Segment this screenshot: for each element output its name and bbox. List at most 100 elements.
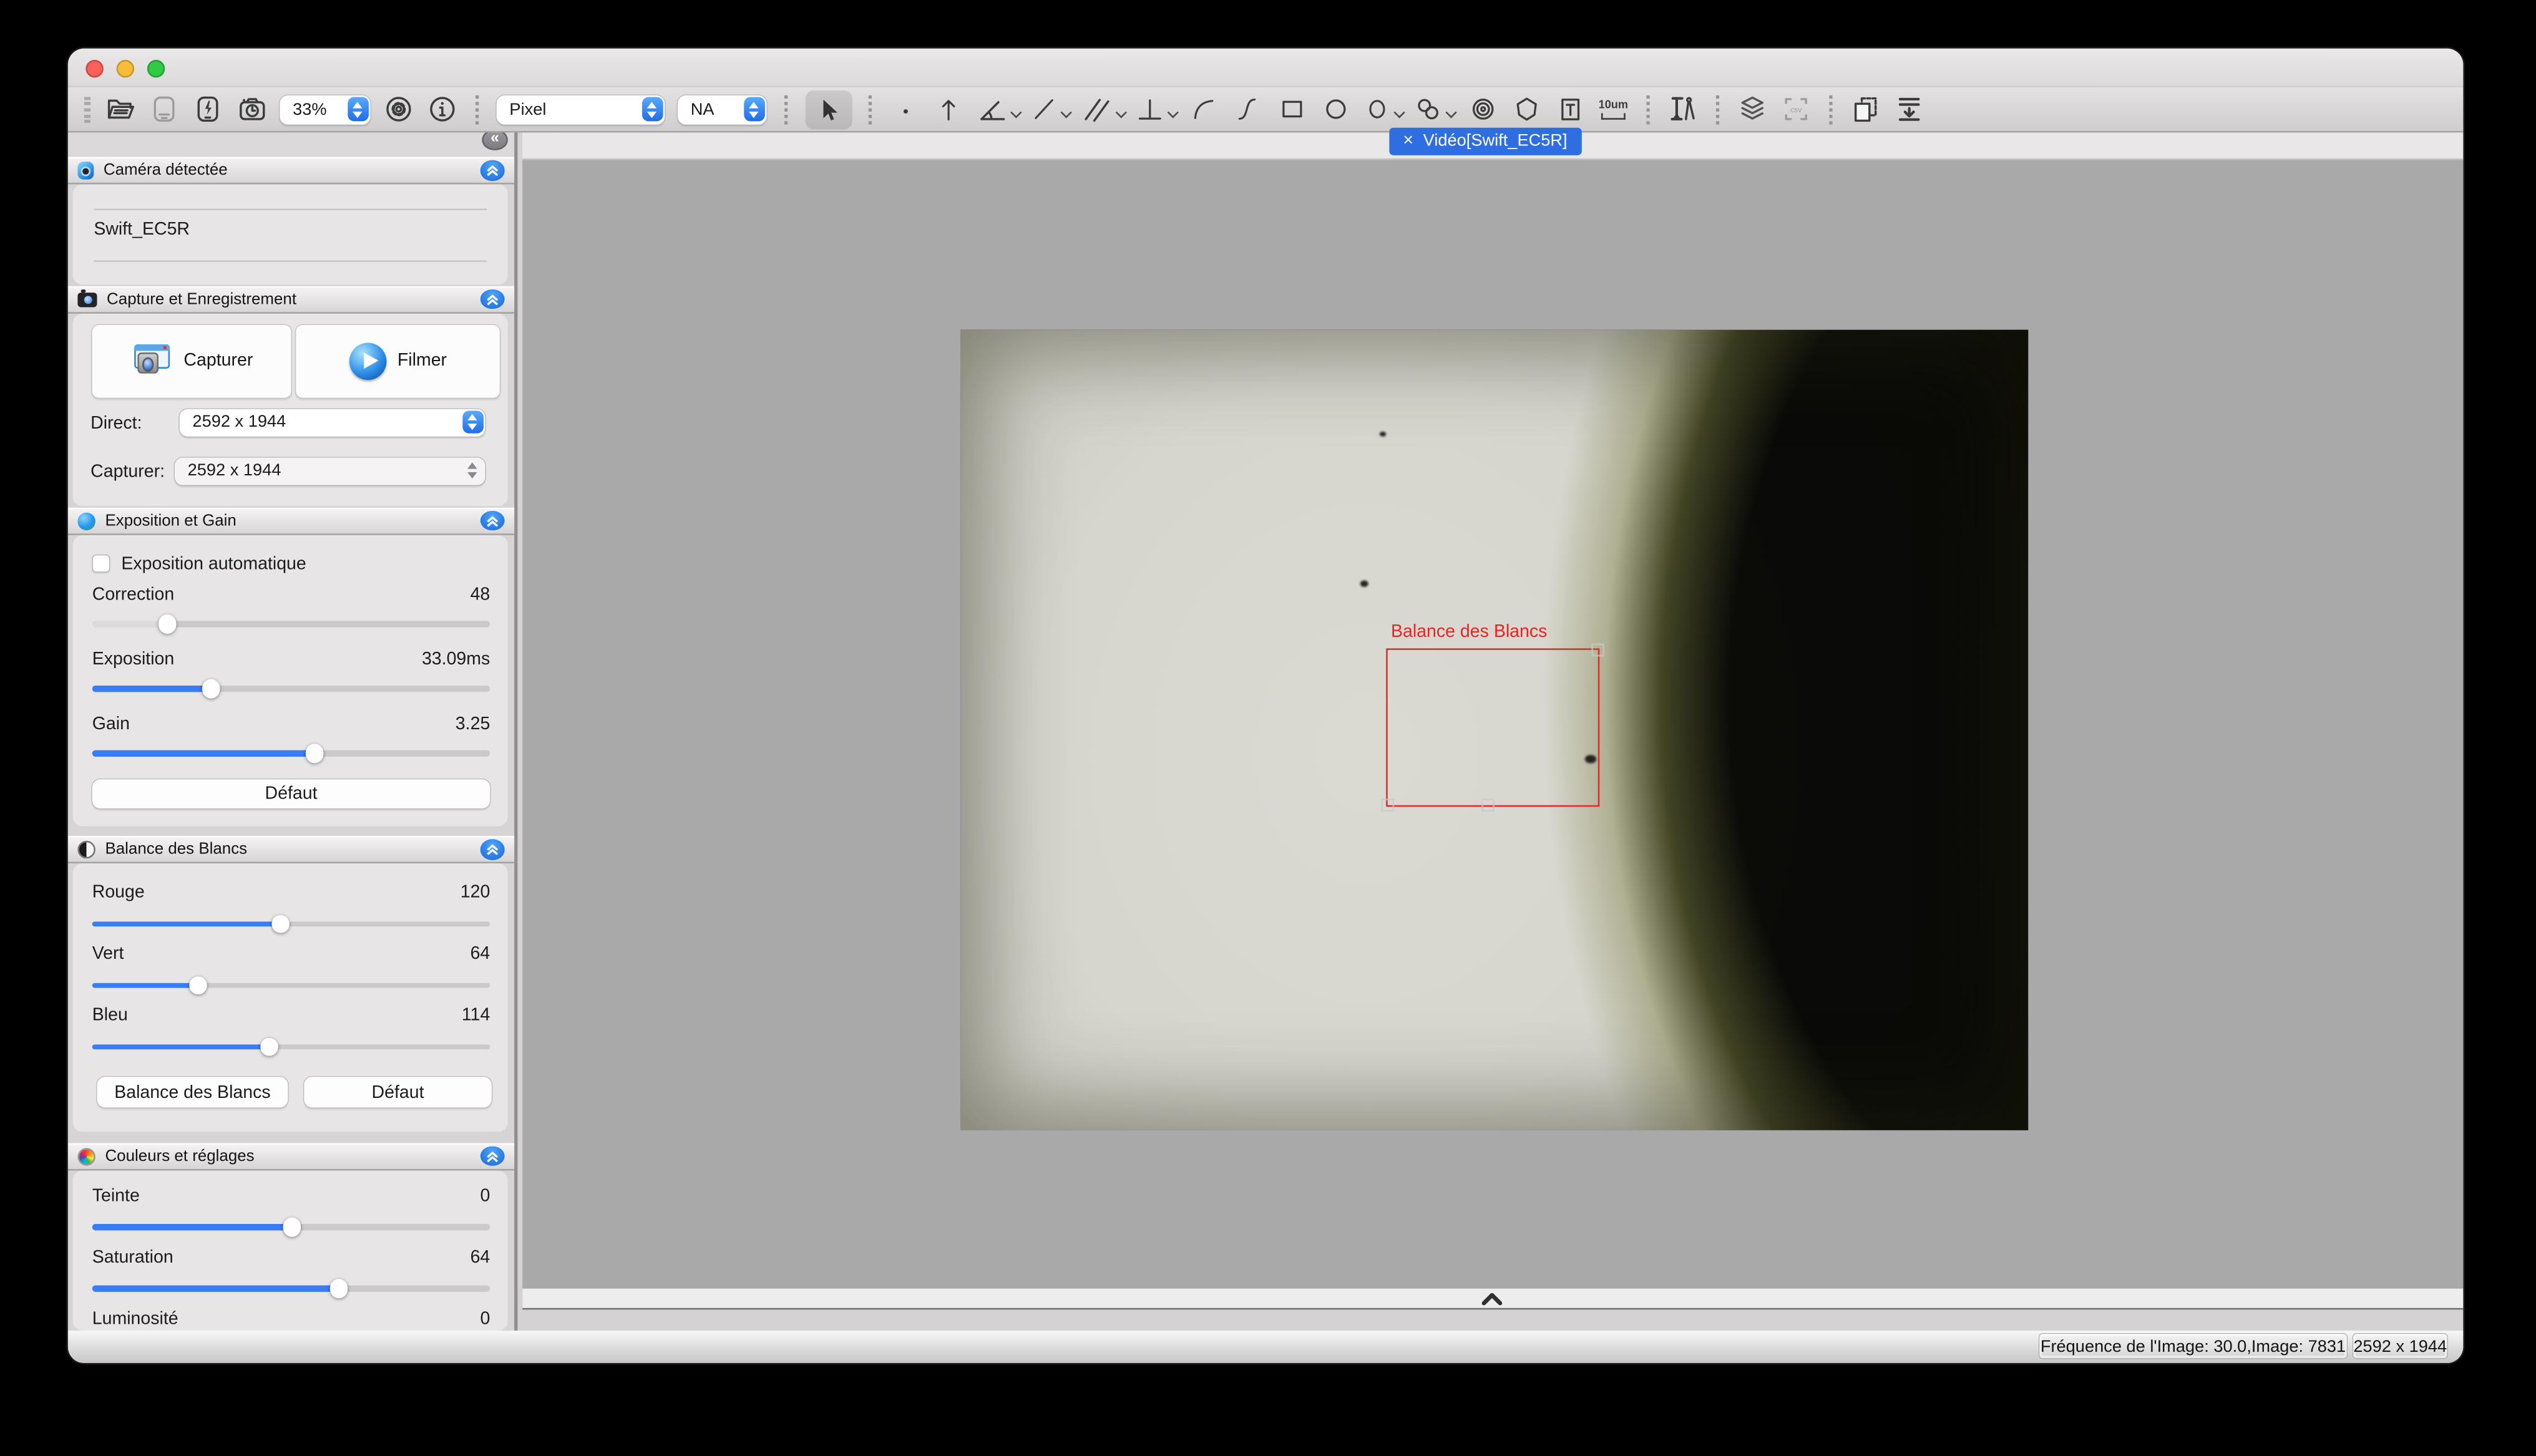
capture-photo-button[interactable]: Capturer bbox=[92, 324, 291, 397]
panel-header-whitebalance[interactable]: Balance des Blancs bbox=[68, 836, 514, 863]
toolbar-separator bbox=[784, 95, 788, 124]
selection-handle[interactable] bbox=[1591, 643, 1604, 656]
layers-button[interactable] bbox=[1736, 90, 1768, 129]
panel-title: Balance des Blancs bbox=[105, 841, 480, 859]
collapse-panel-button[interactable] bbox=[480, 1146, 505, 1166]
chevron-up-icon[interactable] bbox=[1480, 1291, 1505, 1306]
magnification-select[interactable]: NA bbox=[678, 95, 767, 124]
snap-resolution-select[interactable]: 2592 x 1944 bbox=[175, 457, 485, 484]
unit-select[interactable]: Pixel bbox=[497, 95, 665, 124]
auto-exposure-label: Exposition automatique bbox=[121, 554, 306, 573]
quick-save-button[interactable] bbox=[192, 90, 224, 129]
hue-slider[interactable] bbox=[92, 1216, 490, 1236]
tab-close-icon[interactable]: × bbox=[1403, 131, 1413, 150]
zoom-level-select[interactable]: 33% bbox=[280, 95, 370, 124]
live-resolution-label: Direct: bbox=[90, 413, 142, 432]
red-label: Rouge bbox=[92, 883, 145, 902]
exposure-value: 33.09ms bbox=[422, 649, 490, 669]
text-tool-button[interactable] bbox=[1553, 90, 1586, 129]
close-window-button[interactable] bbox=[85, 59, 104, 77]
collapse-panel-button[interactable] bbox=[480, 510, 505, 530]
double-chevron-up-icon bbox=[484, 292, 502, 306]
unit-value: Pixel bbox=[509, 99, 546, 119]
whitebalance-default-button[interactable]: Défaut bbox=[304, 1077, 492, 1107]
content-area: × Vidéo[Swift_EC5R] Balance des Blancs bbox=[522, 133, 2464, 1331]
record-video-button[interactable]: Filmer bbox=[296, 324, 500, 397]
saturation-slider[interactable] bbox=[92, 1278, 490, 1298]
snap-resolution-label: Capturer: bbox=[90, 462, 165, 481]
selection-handle[interactable] bbox=[1481, 798, 1495, 811]
panel-header-camera[interactable]: Caméra détectée bbox=[68, 157, 514, 184]
curve-tool-button[interactable] bbox=[1232, 90, 1264, 129]
csv-icon: csv bbox=[1781, 94, 1812, 124]
circle-tool-button[interactable] bbox=[1363, 90, 1403, 129]
dust-speck bbox=[1360, 580, 1368, 586]
rectangle-tool-button[interactable] bbox=[1275, 90, 1308, 129]
ellipse-tool-button[interactable] bbox=[1319, 90, 1352, 129]
export-button[interactable] bbox=[1893, 90, 1926, 129]
correction-slider[interactable] bbox=[92, 614, 490, 633]
live-microscope-image[interactable]: Balance des Blancs bbox=[961, 329, 2029, 1130]
csv-export-button[interactable]: csv bbox=[1780, 90, 1812, 129]
perpendicular-tool-button[interactable] bbox=[1135, 90, 1176, 129]
white-balance-button[interactable]: Balance des Blancs bbox=[97, 1077, 288, 1107]
copy-button[interactable] bbox=[1850, 90, 1882, 129]
panel-header-colors[interactable]: Couleurs et réglages bbox=[68, 1142, 514, 1170]
collapse-panel-button[interactable] bbox=[480, 160, 505, 180]
live-resolution-select[interactable]: 2592 x 1944 bbox=[180, 408, 485, 435]
double-chevron-up-icon bbox=[484, 513, 502, 528]
panel-header-exposure[interactable]: Exposition et Gain bbox=[68, 507, 514, 535]
saturation-label: Saturation bbox=[92, 1248, 173, 1267]
exposure-slider[interactable] bbox=[92, 678, 490, 697]
video-canvas[interactable]: Balance des Blancs bbox=[522, 160, 2464, 1310]
camera-timer-icon bbox=[235, 94, 268, 124]
collapse-panel-button[interactable] bbox=[480, 289, 505, 309]
line-tool-icon bbox=[1030, 94, 1058, 124]
sidebar-collapse-button[interactable]: « bbox=[482, 133, 507, 150]
correction-value: 48 bbox=[471, 585, 490, 604]
zoom-window-button[interactable] bbox=[147, 59, 165, 77]
perpendicular-tool-icon bbox=[1135, 94, 1164, 124]
settings-button[interactable] bbox=[383, 90, 415, 129]
open-file-button[interactable] bbox=[104, 90, 137, 129]
minimize-window-button[interactable] bbox=[117, 59, 135, 77]
bottom-panel-collapse-strip[interactable] bbox=[522, 1289, 2464, 1310]
green-slider[interactable] bbox=[92, 975, 490, 994]
panel-header-capture[interactable]: Capture et Enregistrement bbox=[68, 285, 514, 313]
arrow-tool-button[interactable] bbox=[932, 90, 965, 129]
camera-list-item[interactable]: Swift_EC5R bbox=[94, 220, 190, 239]
annulus-tool-button[interactable] bbox=[1466, 90, 1499, 129]
polygon-tool-button[interactable] bbox=[1509, 90, 1542, 129]
caliper-icon bbox=[1667, 94, 1698, 124]
arc-tool-button[interactable] bbox=[1188, 90, 1221, 129]
auto-exposure-checkbox[interactable] bbox=[92, 555, 110, 573]
tab-label: Vidéo[Swift_EC5R] bbox=[1423, 131, 1568, 150]
info-button[interactable] bbox=[426, 90, 459, 129]
scalebar-tool-button[interactable]: 10um bbox=[1597, 90, 1629, 129]
pointer-tool-button[interactable] bbox=[804, 90, 851, 129]
selection-handle[interactable] bbox=[1381, 798, 1394, 811]
exposure-default-button[interactable]: Défaut bbox=[92, 779, 490, 808]
stepper-icon bbox=[641, 97, 663, 122]
blue-slider[interactable] bbox=[92, 1036, 490, 1056]
measure-calibrate-button[interactable] bbox=[1667, 90, 1699, 129]
linked-circles-tool-button[interactable] bbox=[1413, 90, 1455, 129]
timed-capture-button[interactable] bbox=[235, 90, 268, 129]
tab-bar: × Vidéo[Swift_EC5R] bbox=[522, 133, 2464, 160]
hue-value: 0 bbox=[480, 1186, 490, 1205]
title-bar[interactable] bbox=[68, 49, 2464, 87]
angle-tool-icon bbox=[976, 94, 1007, 124]
wb-selection-rect[interactable] bbox=[1386, 648, 1599, 806]
line-tool-button[interactable] bbox=[1030, 90, 1070, 129]
gain-slider[interactable] bbox=[92, 743, 490, 762]
tab-video[interactable]: × Vidéo[Swift_EC5R] bbox=[1388, 127, 1582, 154]
parallel-lines-tool-button[interactable] bbox=[1081, 90, 1124, 129]
chevron-down-icon bbox=[1010, 107, 1020, 117]
point-tool-button[interactable] bbox=[889, 90, 921, 129]
point-tool-icon bbox=[894, 95, 916, 124]
save-button[interactable] bbox=[148, 90, 180, 129]
collapse-panel-button[interactable] bbox=[480, 840, 505, 860]
angle-tool-button[interactable] bbox=[976, 90, 1019, 129]
red-slider[interactable] bbox=[92, 913, 490, 933]
pointer-tool-icon bbox=[814, 95, 842, 124]
